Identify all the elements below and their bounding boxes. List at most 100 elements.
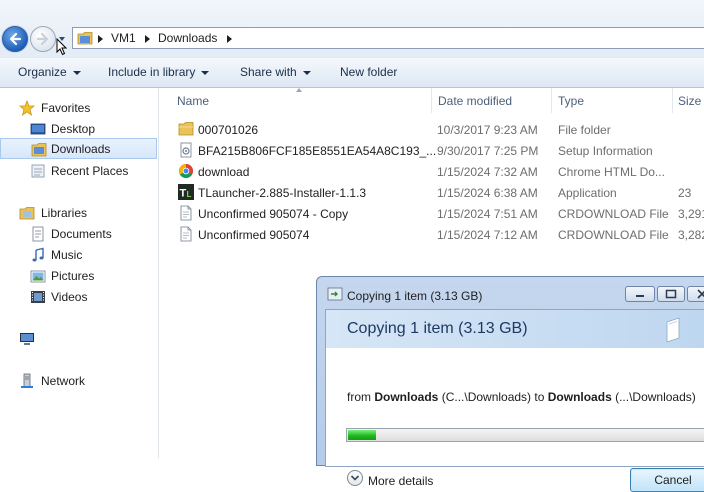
more-details-label[interactable]: More details <box>368 474 433 488</box>
file-name: download <box>198 165 250 179</box>
forward-arrow-icon <box>36 32 49 46</box>
sidebar-item-favorites[interactable]: Favorites <box>0 97 157 118</box>
close-icon <box>697 289 704 299</box>
column-header-size[interactable]: Size <box>678 94 701 108</box>
minimize-icon <box>636 295 644 297</box>
file-row[interactable]: download 1/15/2024 7:32 AM Chrome HTML D… <box>176 161 704 182</box>
sidebar-label: Documents <box>51 227 112 241</box>
source-folder-link[interactable]: Downloads <box>374 390 438 404</box>
share-with-menu[interactable]: Share with <box>240 65 311 79</box>
file-type: CRDOWNLOAD File <box>558 207 669 221</box>
minimize-button[interactable] <box>625 286 655 302</box>
sidebar-item-videos[interactable]: Videos <box>0 286 157 307</box>
back-button[interactable] <box>2 26 28 52</box>
sidebar-item-downloads[interactable]: Downloads <box>0 138 157 159</box>
downloads-folder-icon <box>31 143 47 157</box>
setup-file-icon <box>180 142 192 158</box>
file-type: File folder <box>558 123 611 137</box>
address-bar[interactable]: VM1 Downloads <box>72 27 704 49</box>
file-name: BFA215B806FCF185E8551EA54A8C193_... <box>198 144 437 158</box>
copy-progress-bar <box>346 428 704 442</box>
mouse-cursor-icon <box>56 38 68 56</box>
sidebar-label: Network <box>41 374 86 388</box>
file-type: CRDOWNLOAD File <box>558 228 669 242</box>
sidebar-item-desktop[interactable]: Desktop <box>0 118 157 139</box>
file-row[interactable]: 000701026 10/3/2017 9:23 AM File folder <box>176 119 704 140</box>
maximize-button[interactable] <box>657 286 685 302</box>
file-date: 1/15/2024 7:12 AM <box>437 228 538 242</box>
folder-icon <box>178 122 194 136</box>
sidebar-label: Downloads <box>51 142 111 156</box>
dialog-content: Copying 1 item (3.13 GB) from Downloads … <box>325 309 704 492</box>
forward-button[interactable] <box>30 26 56 52</box>
column-header-date-modified[interactable]: Date modified <box>438 94 512 108</box>
file-size: 23 <box>678 186 692 200</box>
maximize-icon <box>665 289 677 299</box>
chevron-down-icon <box>72 70 81 75</box>
sidebar-label: Music <box>51 248 83 262</box>
libraries-icon <box>19 207 35 220</box>
organize-label: Organize <box>18 65 67 79</box>
expand-details-button[interactable] <box>347 470 363 486</box>
pictures-icon <box>30 270 46 283</box>
tlauncher-icon: T L <box>178 184 194 200</box>
desktop-icon <box>30 123 46 135</box>
destination-folder-link[interactable]: Downloads <box>548 390 612 404</box>
breadcrumb-vm1[interactable]: VM1 <box>111 31 136 45</box>
file-type: Chrome HTML Do... <box>558 165 665 179</box>
computer-icon <box>20 333 34 345</box>
breadcrumb-separator-icon[interactable] <box>145 35 150 43</box>
copy-files-icon <box>327 287 343 301</box>
navigation-pane: Favorites Desktop Downloads Recent Place… <box>0 88 159 458</box>
column-divider[interactable] <box>551 88 552 113</box>
sidebar-item-libraries[interactable]: Libraries <box>0 202 157 223</box>
include-in-library-menu[interactable]: Include in library <box>108 65 210 79</box>
copy-source-destination: from Downloads (C...\Downloads) to Downl… <box>347 390 696 404</box>
sidebar-item-network[interactable]: Network <box>0 370 157 391</box>
copy-progress-dialog: Copying 1 item (3.13 GB) Copying 1 item … <box>316 276 704 492</box>
sidebar-item-music[interactable]: Music <box>0 244 157 265</box>
dialog-banner: Copying 1 item (3.13 GB) <box>326 310 704 348</box>
sidebar-item-pictures[interactable]: Pictures <box>0 265 157 286</box>
breadcrumb-separator-icon[interactable] <box>227 35 232 43</box>
sidebar-label: Favorites <box>41 101 91 115</box>
column-divider[interactable] <box>672 88 673 113</box>
column-header-name[interactable]: Name <box>177 94 209 108</box>
close-button[interactable] <box>687 286 704 302</box>
file-row[interactable]: BFA215B806FCF185E8551EA54A8C193_... 9/30… <box>176 140 704 161</box>
file-name: 000701026 <box>198 123 259 137</box>
file-date: 1/15/2024 7:32 AM <box>437 165 538 179</box>
file-date: 1/15/2024 7:51 AM <box>437 207 538 221</box>
file-row[interactable]: T L TLauncher-2.885-Installer-1.1.3 1/15… <box>176 182 704 203</box>
dialog-heading: Copying 1 item (3.13 GB) <box>347 320 528 337</box>
include-in-library-label: Include in library <box>108 65 196 79</box>
sidebar-item-computer[interactable] <box>0 328 157 349</box>
organize-menu[interactable]: Organize <box>18 65 81 79</box>
back-arrow-icon <box>9 32 22 46</box>
breadcrumb-separator-icon[interactable] <box>98 35 103 43</box>
sidebar-label: Libraries <box>41 206 88 220</box>
breadcrumb-downloads[interactable]: Downloads <box>158 31 217 45</box>
file-name: Unconfirmed 905074 <box>198 228 310 242</box>
dialog-title: Copying 1 item (3.13 GB) <box>347 289 483 303</box>
file-row[interactable]: Unconfirmed 905074 1/15/2024 7:12 AM CRD… <box>176 224 704 245</box>
sidebar-label: Recent Places <box>51 164 129 178</box>
column-divider[interactable] <box>431 88 432 113</box>
chevron-down-icon <box>350 475 360 481</box>
column-header-type[interactable]: Type <box>558 94 584 108</box>
file-row[interactable]: Unconfirmed 905074 - Copy 1/15/2024 7:51… <box>176 203 704 224</box>
cancel-button[interactable]: Cancel <box>630 468 704 492</box>
sidebar-label: Desktop <box>51 122 96 136</box>
file-size: 3,282 <box>678 228 704 242</box>
file-date: 10/3/2017 9:23 AM <box>437 123 538 137</box>
new-folder-button[interactable]: New folder <box>340 65 397 79</box>
chevron-down-icon <box>201 70 210 75</box>
file-date: 1/15/2024 6:38 AM <box>437 186 538 200</box>
document-icon <box>180 205 192 221</box>
star-icon <box>19 100 35 116</box>
sidebar-item-documents[interactable]: Documents <box>0 223 157 244</box>
sidebar-item-recent-places[interactable]: Recent Places <box>0 160 157 181</box>
file-type: Application <box>558 186 617 200</box>
music-icon <box>32 247 44 262</box>
svg-text:T: T <box>180 188 187 200</box>
